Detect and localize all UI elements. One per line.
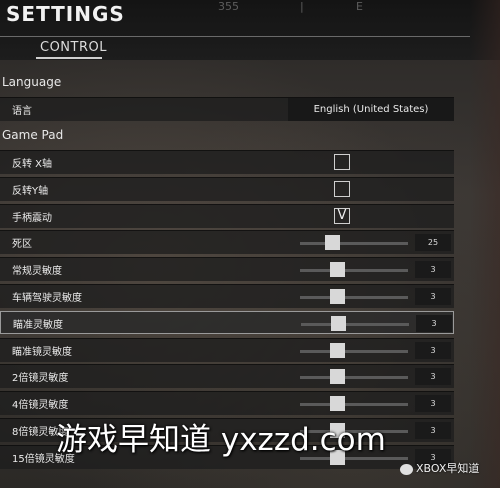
slider-track[interactable] <box>301 323 409 326</box>
language-row[interactable]: 语言 English (United States) <box>0 97 454 121</box>
tab-underline <box>36 57 102 59</box>
slider-row[interactable]: 瞄准镜灵敏度 3 <box>0 338 454 362</box>
header-bar: SETTINGS 355 | E CONTROL <box>0 0 500 60</box>
slider-label: 常规灵敏度 <box>12 266 62 277</box>
slider-handle[interactable] <box>330 262 345 277</box>
background-edge <box>470 0 500 488</box>
slider-value[interactable]: 3 <box>415 342 451 359</box>
watermark-text: 游戏早知道 yxzzd.com <box>56 422 386 458</box>
header-divider <box>0 36 470 37</box>
slider-row[interactable]: 2倍镜灵敏度 3 <box>0 364 454 388</box>
slider-row[interactable]: 死区 25 <box>0 230 454 254</box>
slider-handle[interactable] <box>330 289 345 304</box>
slider-track[interactable] <box>300 296 408 299</box>
slider-row[interactable]: 车辆驾驶灵敏度 3 <box>0 284 454 308</box>
checkbox[interactable] <box>334 154 350 170</box>
slider-value[interactable]: 25 <box>415 234 451 251</box>
language-select[interactable]: English (United States) <box>288 98 454 121</box>
slider-value[interactable]: 3 <box>415 368 451 385</box>
slider-value[interactable]: 3 <box>415 422 451 439</box>
slider-label: 4倍镜灵敏度 <box>12 400 69 411</box>
slider-track[interactable] <box>300 403 408 406</box>
slider-row[interactable]: 瞄准灵敏度 3 <box>0 311 454 334</box>
slider-handle[interactable] <box>330 369 345 384</box>
header-faint-text: E <box>356 0 363 13</box>
checkbox-row[interactable]: 反转Y轴 <box>0 177 454 201</box>
page-title: SETTINGS <box>6 2 125 26</box>
slider-value[interactable]: 3 <box>416 315 452 332</box>
language-label: 语言 <box>12 106 32 117</box>
tab-control[interactable]: CONTROL <box>40 40 107 55</box>
checkbox-label: 手柄震动 <box>12 213 52 224</box>
checkbox[interactable]: V <box>334 208 350 224</box>
section-gamepad: Game Pad <box>2 128 64 142</box>
slider-label: 瞄准灵敏度 <box>13 320 63 331</box>
slider-row[interactable]: 常规灵敏度 3 <box>0 257 454 281</box>
wechat-icon <box>400 463 413 475</box>
slider-handle[interactable] <box>330 343 345 358</box>
checkbox[interactable] <box>334 181 350 197</box>
slider-value[interactable]: 3 <box>415 395 451 412</box>
slider-track[interactable] <box>300 350 408 353</box>
checkbox-row[interactable]: 手柄震动 V <box>0 204 454 228</box>
header-faint-text: 355 <box>218 0 239 13</box>
slider-handle[interactable] <box>325 235 340 250</box>
slider-label: 死区 <box>12 239 32 250</box>
slider-track[interactable] <box>300 242 408 245</box>
slider-handle[interactable] <box>330 396 345 411</box>
watermark-sub: XBOX早知道 <box>400 460 479 476</box>
slider-label: 瞄准镜灵敏度 <box>12 347 72 358</box>
checkbox-label: 反转Y轴 <box>12 186 49 197</box>
checkbox-row[interactable]: 反转 X轴 <box>0 150 454 174</box>
checkbox-label: 反转 X轴 <box>12 159 53 170</box>
slider-label: 2倍镜灵敏度 <box>12 373 69 384</box>
section-language: Language <box>2 75 62 89</box>
slider-track[interactable] <box>300 269 408 272</box>
slider-handle[interactable] <box>331 316 346 331</box>
slider-track[interactable] <box>300 376 408 379</box>
slider-value[interactable]: 3 <box>415 261 451 278</box>
watermark-sub-text: XBOX早知道 <box>416 462 480 475</box>
header-faint-text: | <box>300 0 304 13</box>
slider-row[interactable]: 4倍镜灵敏度 3 <box>0 391 454 415</box>
slider-label: 车辆驾驶灵敏度 <box>12 293 82 304</box>
slider-value[interactable]: 3 <box>415 288 451 305</box>
